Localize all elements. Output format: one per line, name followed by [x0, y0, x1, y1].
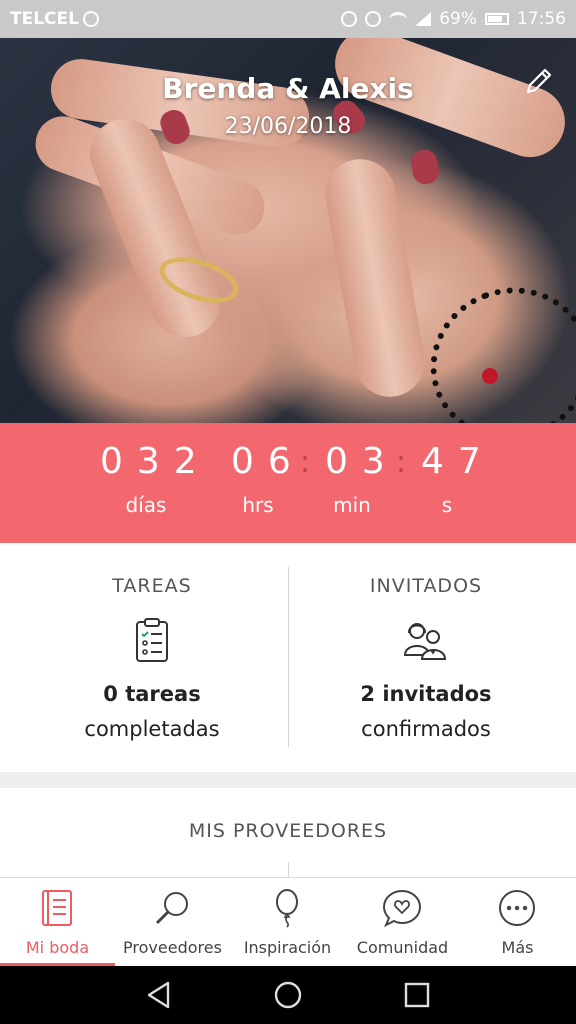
tab-mi-boda[interactable]: Mi boda [0, 878, 115, 967]
battery-percent: 69% [439, 9, 477, 29]
tab-proveedores[interactable]: Proveedores [115, 878, 230, 967]
tab-comunidad[interactable]: Comunidad [345, 878, 460, 967]
section-gap [0, 772, 576, 788]
recent-apps-icon[interactable] [402, 980, 432, 1010]
photo-finger [79, 108, 231, 348]
countdown-days-label: días [125, 493, 167, 517]
countdown-separator: : [300, 445, 311, 480]
tab-inspiracion[interactable]: Inspiración [230, 878, 345, 967]
magnifier-icon [155, 892, 188, 925]
tasks-card[interactable]: TAREAS 0 tareas completadas [8, 543, 296, 772]
photo-nail [409, 148, 441, 186]
countdown-days: 032 [100, 441, 211, 482]
status-bar: TELCEL 69% 17:56 [0, 0, 576, 38]
countdown-separator: : [396, 445, 407, 480]
battery-icon [485, 13, 509, 25]
carrier-label: TELCEL [10, 9, 79, 29]
bracelet [408, 264, 576, 423]
tasks-count: 0 tareas [103, 682, 201, 706]
photo-finger [319, 153, 431, 403]
countdown-seconds: 47 [421, 441, 495, 482]
carrier-logo-icon [82, 11, 99, 27]
wedding-countdown: 032 06 : 03 : 47 días hrs min s [0, 423, 576, 543]
tasks-sub: completadas [84, 717, 220, 741]
tasks-title: TAREAS [112, 575, 192, 597]
clipboard-checklist-icon [136, 618, 168, 662]
my-providers-section: MIS PROVEEDORES [0, 788, 576, 878]
providers-divider [288, 862, 289, 878]
guests-card[interactable]: INVITADOS 2 invitados confirmados [282, 543, 570, 772]
guests-count: 2 invitados [360, 682, 492, 706]
guests-sub: confirmados [361, 717, 491, 741]
providers-title: MIS PROVEEDORES [188, 820, 388, 842]
tab-label: Más [501, 938, 534, 957]
couple-names: Brenda & Alexis [162, 72, 414, 105]
countdown-seconds-label: s [441, 493, 453, 517]
countdown-minutes-label: min [333, 493, 371, 517]
signal-icon [415, 12, 432, 26]
tab-mas[interactable]: Más [460, 878, 575, 967]
edit-pencil-icon[interactable] [520, 64, 556, 100]
tab-label: Mi boda [25, 938, 90, 957]
tab-label: Inspiración [243, 938, 332, 957]
home-icon[interactable] [273, 980, 303, 1010]
notebook-icon [42, 890, 72, 926]
status-right: 69% 17:56 [341, 9, 566, 29]
bottom-tab-bar: Mi boda Proveedores Inspiración Comunida… [0, 877, 576, 967]
countdown-hours-label: hrs [242, 493, 274, 517]
countdown-minutes: 03 [325, 441, 399, 482]
balloon-icon [276, 889, 298, 928]
carrier: TELCEL [10, 9, 99, 29]
couple-icon [403, 623, 447, 660]
summary-cards: TAREAS 0 tareas completadas INVITADOS 2 … [0, 543, 576, 772]
chat-heart-icon [382, 889, 422, 928]
clock: 17:56 [517, 9, 566, 29]
back-icon[interactable] [144, 980, 174, 1010]
tab-label: Comunidad [356, 938, 449, 957]
more-dots-icon [499, 890, 535, 926]
bracelet-bead [482, 368, 498, 384]
data-saver-icon [341, 11, 358, 27]
couple-cover-photo[interactable]: Brenda & Alexis 23/06/2018 [0, 38, 576, 423]
wedding-date: 23/06/2018 [224, 114, 352, 139]
tab-label: Proveedores [123, 938, 222, 957]
wifi-icon [389, 11, 408, 27]
countdown-hours: 06 [231, 441, 305, 482]
system-navigation-bar [0, 966, 576, 1024]
alarm-icon [365, 11, 382, 27]
guests-title: INVITADOS [369, 575, 483, 597]
